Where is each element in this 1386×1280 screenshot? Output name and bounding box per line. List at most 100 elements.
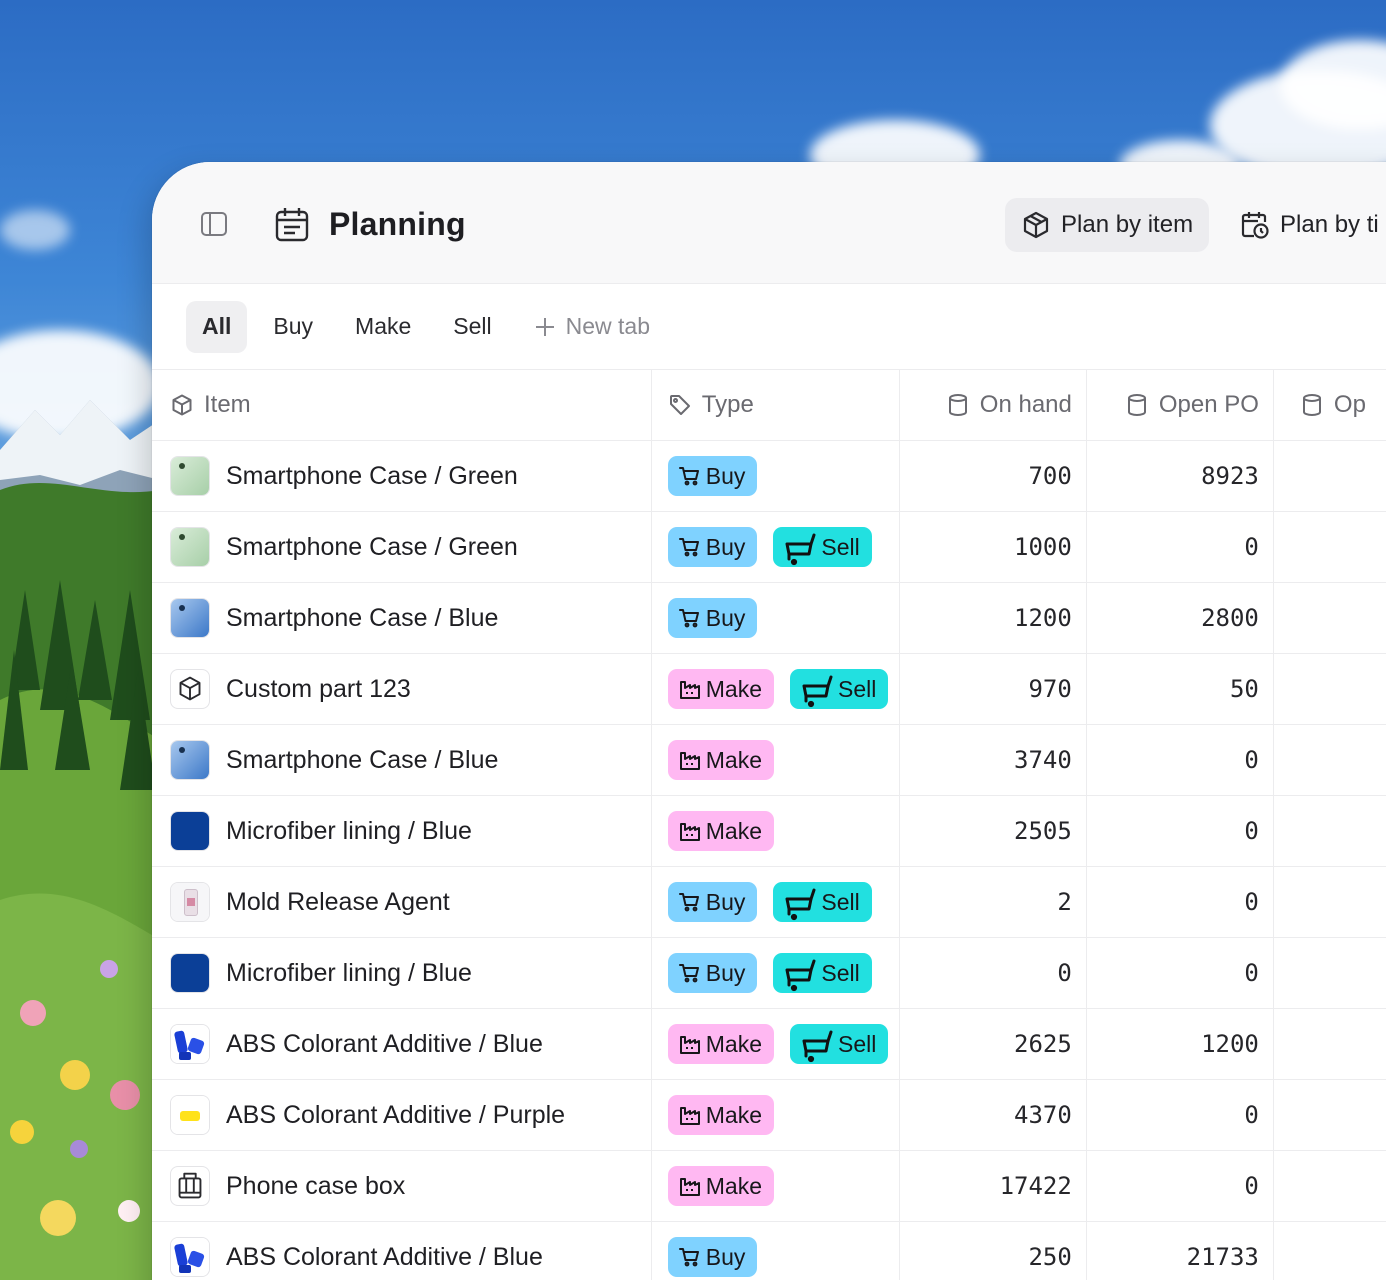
table-row[interactable]: ABS Colorant Additive / Purple Make 4370… [152, 1080, 1386, 1151]
type-cell[interactable]: Buy Sell [652, 512, 900, 582]
item-cell[interactable]: Smartphone Case / Green [152, 512, 652, 582]
type-cell[interactable]: Make [652, 796, 900, 866]
table-row[interactable]: Mold Release Agent Buy Sell 2 0 [152, 867, 1386, 938]
on-hand-cell[interactable]: 1000 [900, 512, 1087, 582]
op-cell[interactable] [1274, 654, 1386, 724]
buy-badge[interactable]: Buy [667, 1237, 758, 1277]
op-cell[interactable] [1274, 1080, 1386, 1150]
open-po-cell[interactable]: 0 [1087, 867, 1274, 937]
sell-badge[interactable]: Sell [773, 953, 872, 993]
table-row[interactable]: Microfiber lining / Blue Buy Sell 0 0 [152, 938, 1386, 1009]
open-po-cell[interactable]: 21733 [1087, 1222, 1274, 1280]
make-badge[interactable]: Make [667, 811, 774, 851]
op-cell[interactable] [1274, 1009, 1386, 1079]
tab-all[interactable]: All [186, 300, 248, 353]
table-row[interactable]: Smartphone Case / Green Buy Sell 1000 0 [152, 512, 1386, 583]
on-hand-cell[interactable]: 3740 [900, 725, 1087, 795]
type-cell[interactable]: Buy Sell [652, 867, 900, 937]
buy-badge[interactable]: Buy [667, 953, 758, 993]
sell-badge[interactable]: Sell [773, 882, 872, 922]
on-hand-cell[interactable]: 250 [900, 1222, 1087, 1280]
item-cell[interactable]: Smartphone Case / Green [152, 441, 652, 511]
on-hand-cell[interactable]: 17422 [900, 1151, 1087, 1221]
item-cell[interactable]: ABS Colorant Additive / Blue [152, 1009, 652, 1079]
plan-by-time-button[interactable]: Plan by ti [1224, 198, 1386, 252]
make-badge[interactable]: Make [667, 669, 774, 709]
tab-make[interactable]: Make [339, 301, 427, 353]
open-po-cell[interactable]: 0 [1087, 725, 1274, 795]
type-cell[interactable]: Buy [652, 583, 900, 653]
buy-badge[interactable]: Buy [667, 456, 758, 496]
table-row[interactable]: Smartphone Case / Blue Buy 1200 2800 [152, 583, 1386, 654]
open-po-cell[interactable]: 8923 [1087, 441, 1274, 511]
plan-by-item-button[interactable]: Plan by item [1005, 198, 1210, 252]
on-hand-cell[interactable]: 1200 [900, 583, 1087, 653]
table-row[interactable]: ABS Colorant Additive / Blue Make Sell 26… [152, 1009, 1386, 1080]
on-hand-cell[interactable]: 4370 [900, 1080, 1087, 1150]
op-cell[interactable] [1274, 725, 1386, 795]
on-hand-cell[interactable]: 2505 [900, 796, 1087, 866]
on-hand-cell[interactable]: 2 [900, 867, 1087, 937]
open-po-cell[interactable]: 0 [1087, 938, 1274, 1008]
type-cell[interactable]: Buy [652, 1222, 900, 1280]
sell-badge[interactable]: Sell [790, 1024, 889, 1064]
on-hand-cell[interactable]: 0 [900, 938, 1087, 1008]
make-badge[interactable]: Make [667, 1024, 774, 1064]
buy-badge[interactable]: Buy [667, 882, 758, 922]
type-cell[interactable]: Make Sell [652, 654, 900, 724]
table-row[interactable]: Smartphone Case / Blue Make 3740 0 [152, 725, 1386, 796]
column-header-op[interactable]: Op [1274, 370, 1386, 440]
type-cell[interactable]: Make [652, 1151, 900, 1221]
item-cell[interactable]: Smartphone Case / Blue [152, 583, 652, 653]
open-po-cell[interactable]: 50 [1087, 654, 1274, 724]
op-cell[interactable] [1274, 1222, 1386, 1280]
open-po-cell[interactable]: 0 [1087, 1080, 1274, 1150]
open-po-cell[interactable]: 0 [1087, 796, 1274, 866]
type-cell[interactable]: Buy Sell [652, 938, 900, 1008]
open-po-cell[interactable]: 0 [1087, 1151, 1274, 1221]
sidebar-toggle-icon[interactable] [200, 210, 228, 238]
item-cell[interactable]: Smartphone Case / Blue [152, 725, 652, 795]
op-cell[interactable] [1274, 796, 1386, 866]
type-cell[interactable]: Make Sell [652, 1009, 900, 1079]
op-cell[interactable] [1274, 512, 1386, 582]
buy-badge[interactable]: Buy [667, 598, 758, 638]
table-row[interactable]: Phone case box Make 17422 0 [152, 1151, 1386, 1222]
item-cell[interactable]: ABS Colorant Additive / Blue [152, 1222, 652, 1280]
on-hand-cell[interactable]: 700 [900, 441, 1087, 511]
open-po-cell[interactable]: 0 [1087, 512, 1274, 582]
sell-badge[interactable]: Sell [790, 669, 889, 709]
table-row[interactable]: ABS Colorant Additive / Blue Buy 250 217… [152, 1222, 1386, 1280]
tab-buy[interactable]: Buy [257, 301, 329, 353]
op-cell[interactable] [1274, 867, 1386, 937]
type-cell[interactable]: Buy [652, 441, 900, 511]
type-cell[interactable]: Make [652, 1080, 900, 1150]
item-cell[interactable]: Mold Release Agent [152, 867, 652, 937]
open-po-cell[interactable]: 1200 [1087, 1009, 1274, 1079]
open-po-cell[interactable]: 2800 [1087, 583, 1274, 653]
table-row[interactable]: Smartphone Case / Green Buy 700 8923 [152, 441, 1386, 512]
op-cell[interactable] [1274, 938, 1386, 1008]
buy-badge[interactable]: Buy [667, 527, 758, 567]
table-row[interactable]: Microfiber lining / Blue Make 2505 0 [152, 796, 1386, 867]
item-cell[interactable]: Phone case box [152, 1151, 652, 1221]
table-row[interactable]: Custom part 123 Make Sell 970 50 [152, 654, 1386, 725]
op-cell[interactable] [1274, 441, 1386, 511]
column-header-on-hand[interactable]: On hand [900, 370, 1087, 440]
make-badge[interactable]: Make [667, 740, 774, 780]
make-badge[interactable]: Make [667, 1095, 774, 1135]
op-cell[interactable] [1274, 1151, 1386, 1221]
item-cell[interactable]: Microfiber lining / Blue [152, 938, 652, 1008]
type-cell[interactable]: Make [652, 725, 900, 795]
on-hand-cell[interactable]: 2625 [900, 1009, 1087, 1079]
column-header-item[interactable]: Item [152, 370, 652, 440]
new-tab-button[interactable]: New tab [518, 301, 666, 353]
on-hand-cell[interactable]: 970 [900, 654, 1087, 724]
item-cell[interactable]: ABS Colorant Additive / Purple [152, 1080, 652, 1150]
tab-sell[interactable]: Sell [437, 301, 507, 353]
op-cell[interactable] [1274, 583, 1386, 653]
make-badge[interactable]: Make [667, 1166, 774, 1206]
item-cell[interactable]: Microfiber lining / Blue [152, 796, 652, 866]
item-cell[interactable]: Custom part 123 [152, 654, 652, 724]
sell-badge[interactable]: Sell [773, 527, 872, 567]
